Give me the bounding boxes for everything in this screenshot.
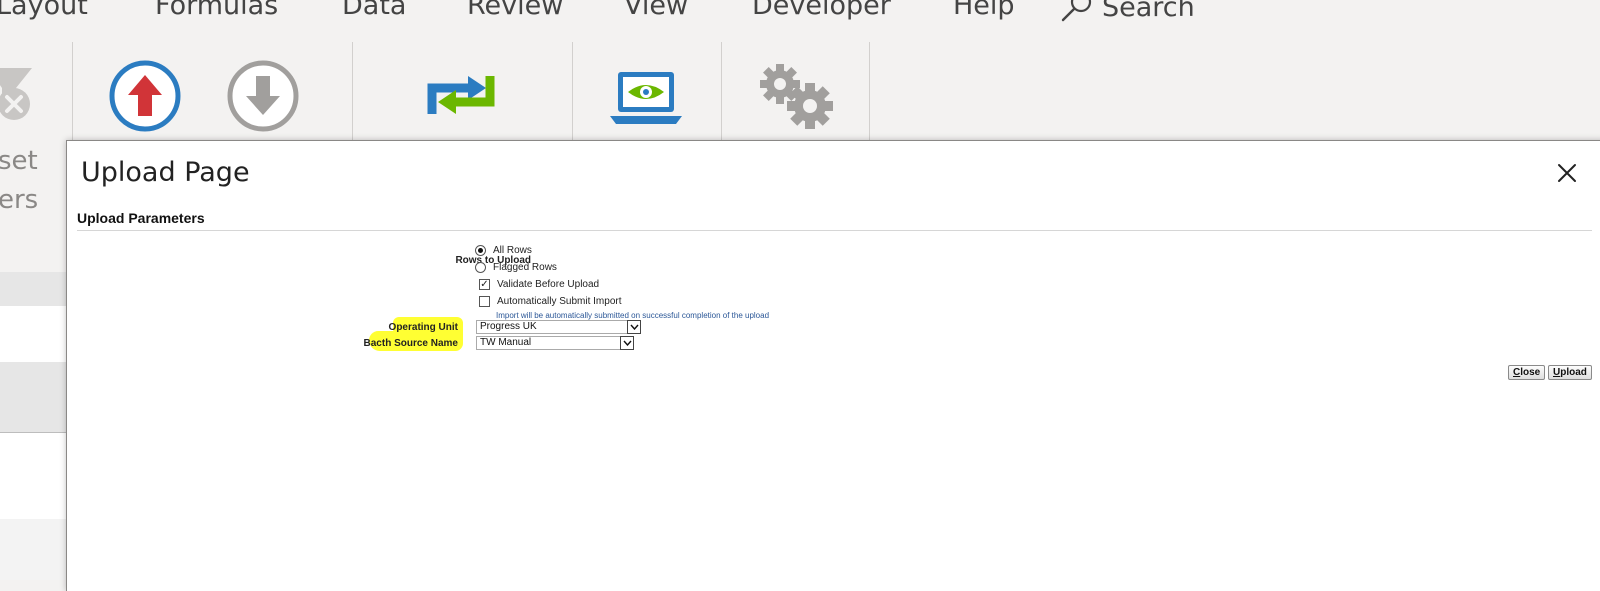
operating-unit-select[interactable]: Progress UK	[476, 320, 641, 334]
operating-unit-value: Progress UK	[480, 321, 537, 332]
tab-data[interactable]: Data	[342, 0, 406, 21]
ribbon-separator	[352, 42, 353, 140]
upload-dialog: Upload Page Upload Parameters Rows to Up…	[66, 140, 1600, 591]
all-rows-option[interactable]: All Rows	[475, 245, 532, 256]
ribbon-tab-bar: Layout Formulas Data Review View Develop…	[0, 0, 1600, 40]
auto-submit-hint: Import will be automatically submitted o…	[496, 311, 770, 320]
refresh-icon[interactable]	[424, 70, 500, 122]
validate-label: Validate Before Upload	[497, 279, 600, 290]
ribbon-separator	[869, 42, 870, 140]
ribbon-separator	[572, 42, 573, 140]
background-strip	[0, 433, 68, 519]
dialog-title: Upload Page	[81, 157, 250, 188]
ribbon-separator	[72, 42, 73, 140]
background-strip	[0, 306, 68, 362]
clear-filter-icon[interactable]	[0, 66, 34, 132]
upload-button-label: pload	[1560, 367, 1587, 378]
background-strip	[0, 272, 68, 306]
auto-submit-option[interactable]: Automatically Submit Import	[479, 296, 622, 307]
tab-review[interactable]: Review	[467, 0, 563, 21]
validate-before-upload-option[interactable]: ✓ Validate Before Upload	[479, 279, 599, 290]
download-icon[interactable]	[226, 59, 300, 133]
flagged-rows-label: Flagged Rows	[493, 262, 557, 273]
section-divider	[77, 230, 1592, 231]
search-label: Search	[1102, 0, 1195, 23]
all-rows-label: All Rows	[493, 245, 532, 256]
background-strip	[0, 362, 68, 433]
auto-submit-checkbox[interactable]	[479, 296, 490, 307]
search-box[interactable]: Search	[1060, 0, 1195, 24]
tab-help[interactable]: Help	[953, 0, 1015, 21]
chevron-down-icon[interactable]	[627, 320, 641, 334]
auto-submit-label: Automatically Submit Import	[497, 296, 622, 307]
tab-developer[interactable]: Developer	[752, 0, 891, 21]
ribbon-label-line2: ers	[0, 185, 39, 215]
tab-view[interactable]: View	[624, 0, 688, 21]
batch-source-value: TW Manual	[480, 337, 532, 348]
gears-icon[interactable]	[758, 62, 836, 132]
tab-layout[interactable]: Layout	[0, 0, 88, 21]
section-title: Upload Parameters	[77, 210, 205, 226]
upload-icon[interactable]	[108, 59, 182, 133]
ribbon-separator	[721, 42, 722, 140]
chevron-down-icon[interactable]	[620, 336, 634, 350]
close-button[interactable]: Close	[1508, 365, 1546, 380]
batch-source-name-select[interactable]: TW Manual	[476, 336, 634, 350]
close-button-label: lose	[1520, 367, 1541, 378]
search-icon	[1061, 0, 1092, 22]
close-icon[interactable]	[1553, 159, 1581, 187]
upload-button[interactable]: Upload	[1548, 365, 1592, 380]
all-rows-radio[interactable]	[475, 245, 486, 256]
validate-checkbox[interactable]: ✓	[479, 279, 490, 290]
ribbon-label-line1: set	[0, 146, 38, 176]
operating-unit-label: Operating Unit	[388, 322, 458, 333]
flagged-rows-option[interactable]: Flagged Rows	[475, 262, 557, 273]
tab-formulas[interactable]: Formulas	[155, 0, 278, 21]
background-strip	[0, 519, 68, 580]
batch-source-name-label: Bacth Source Name	[363, 338, 458, 349]
view-laptop-icon[interactable]	[610, 70, 682, 126]
flagged-rows-radio[interactable]	[475, 262, 486, 273]
